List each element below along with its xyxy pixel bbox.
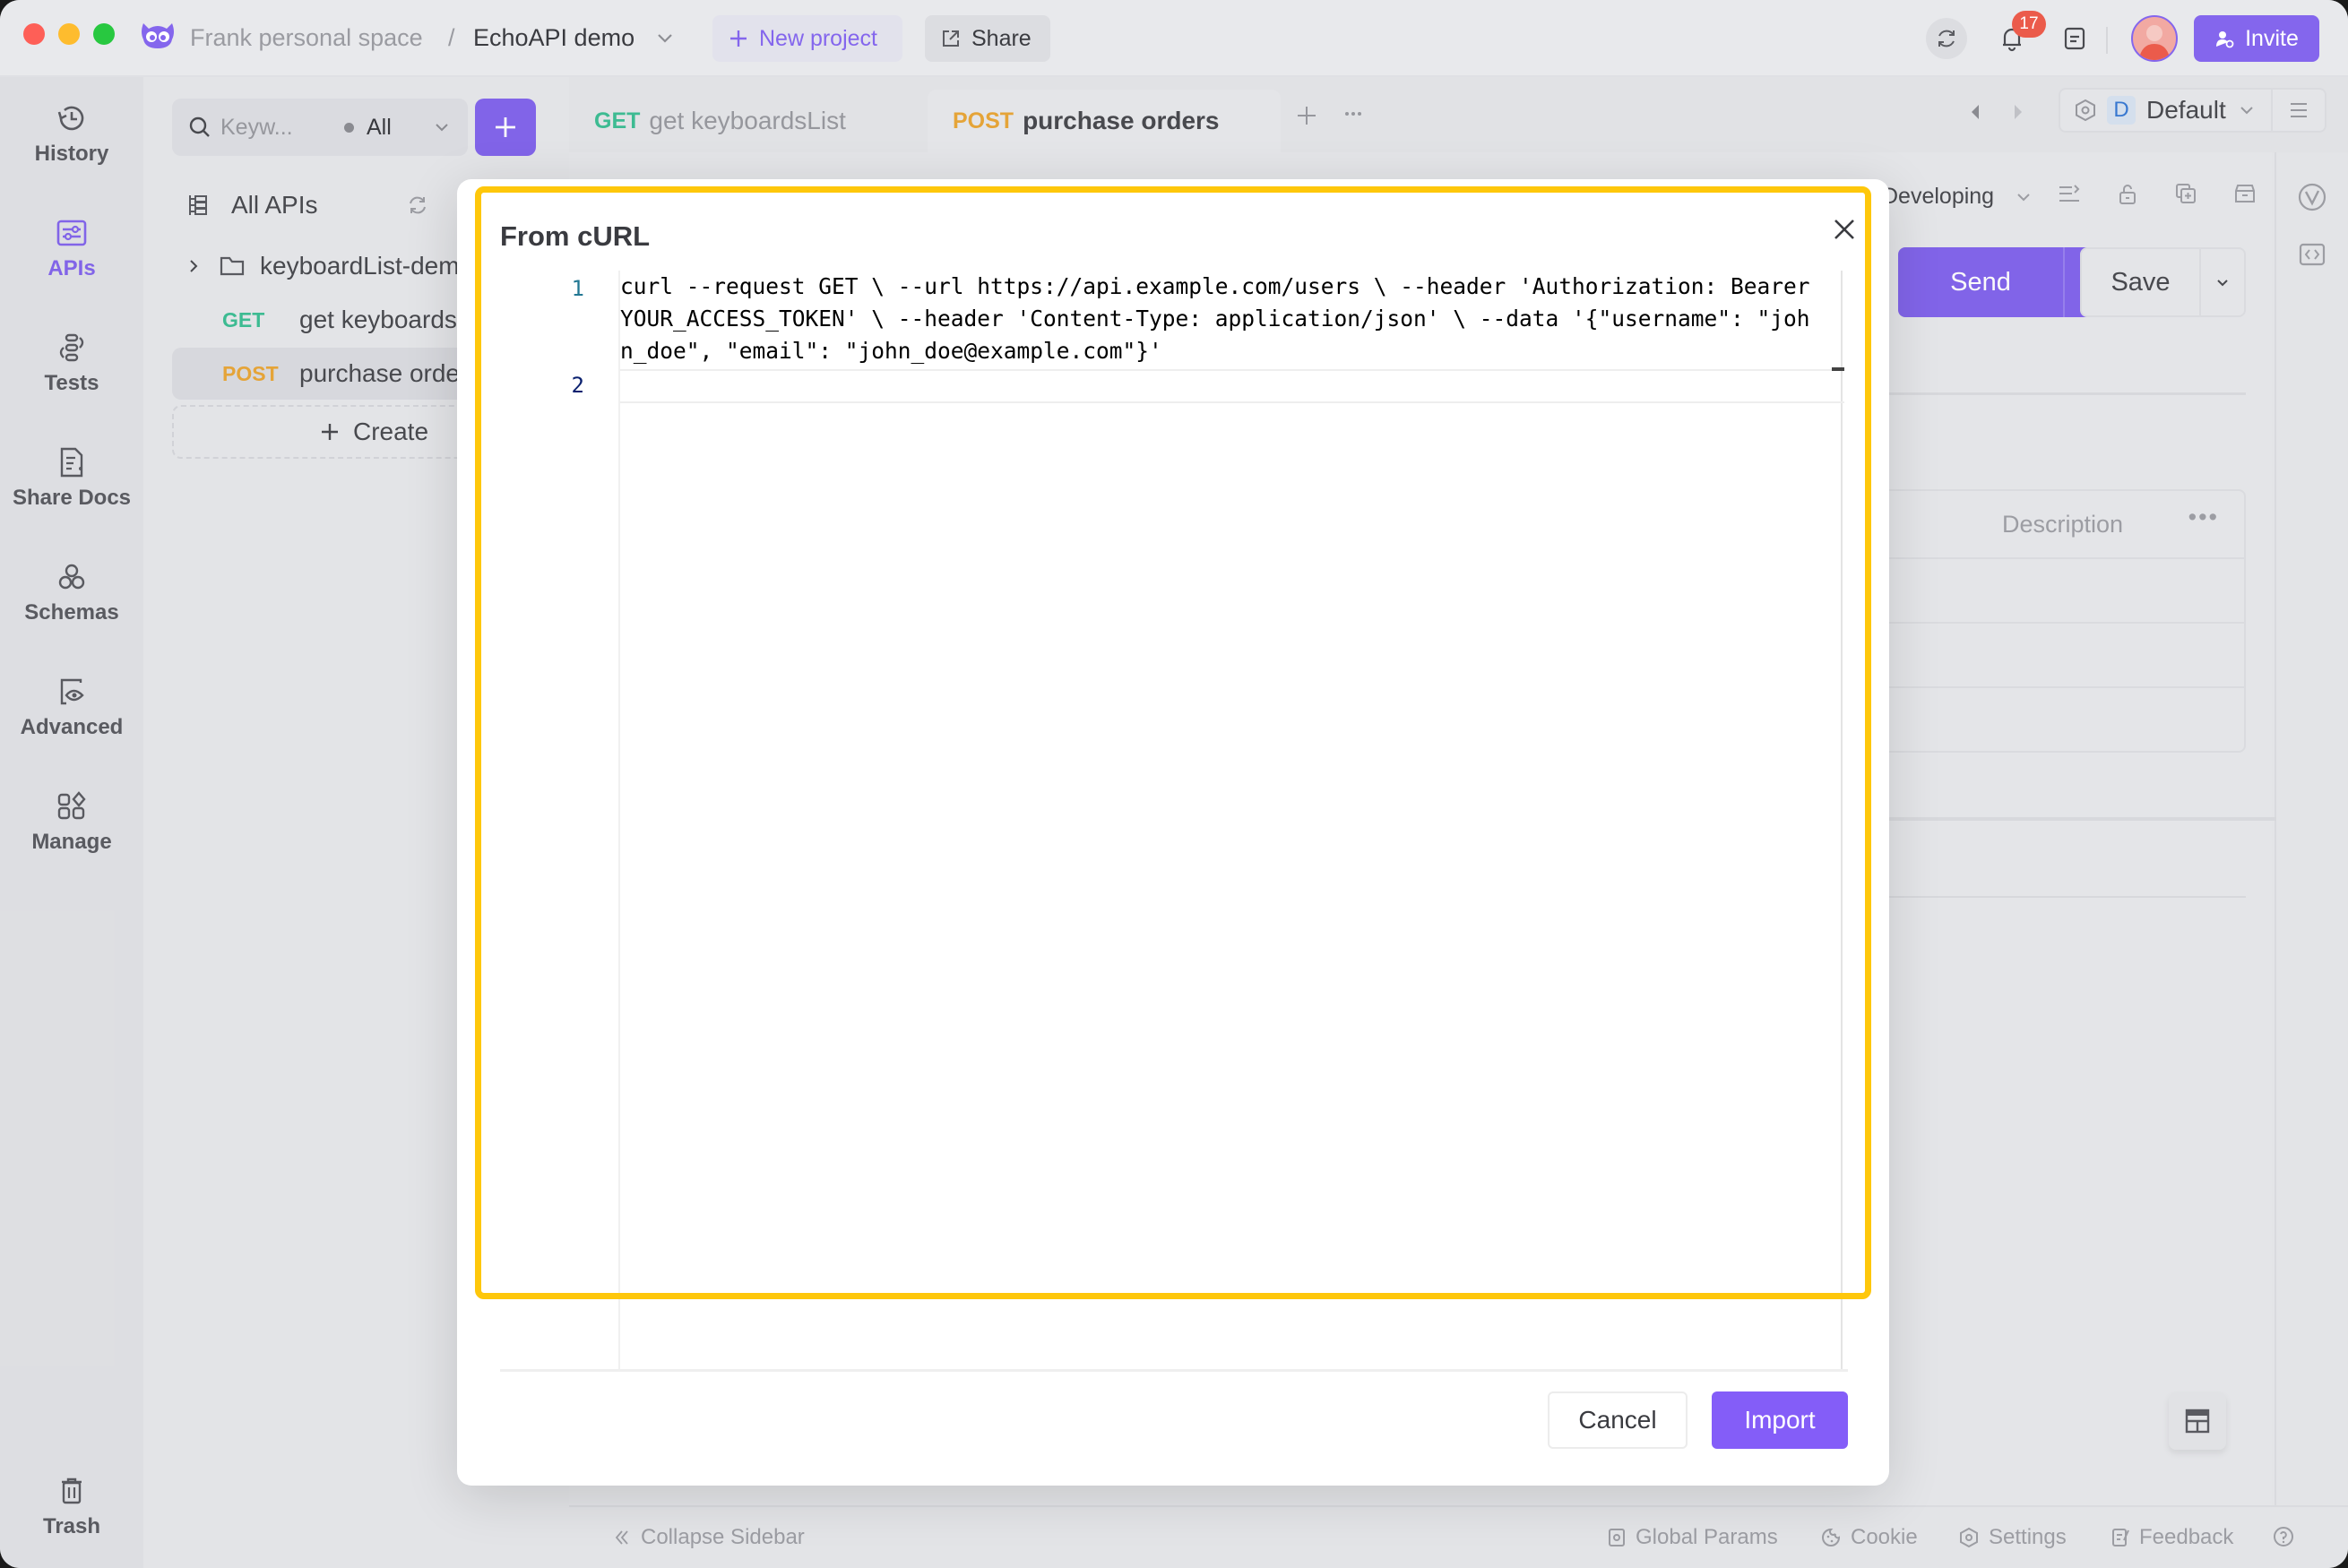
notes-button[interactable] xyxy=(2054,18,2095,59)
code-textarea[interactable]: curl --request GET \ --url https://api.e… xyxy=(618,271,1844,1371)
dialog-title: From cURL xyxy=(500,220,651,252)
title-bar: Frank personal space / EchoAPI demo New … xyxy=(0,0,2348,77)
dialog-footer-divider xyxy=(500,1369,1848,1372)
breadcrumb-separator: / xyxy=(448,24,455,51)
maximize-window-button[interactable] xyxy=(93,23,115,45)
invite-button[interactable]: Invite xyxy=(2194,15,2319,62)
sync-icon xyxy=(1935,27,1958,50)
from-curl-dialog: From cURL 1 2 curl --request GET \ --url… xyxy=(457,179,1889,1486)
close-icon[interactable] xyxy=(1828,213,1860,246)
owl-logo-icon xyxy=(138,20,177,50)
plus-icon xyxy=(729,29,748,48)
chevron-down-icon[interactable] xyxy=(652,25,678,50)
notification-badge: 17 xyxy=(2012,11,2046,38)
curl-code-editor[interactable]: 1 2 curl --request GET \ --url https://a… xyxy=(498,271,1846,1371)
add-user-icon xyxy=(2214,29,2234,48)
new-project-button[interactable]: New project xyxy=(712,15,902,62)
sync-button[interactable] xyxy=(1926,18,1967,59)
share-button[interactable]: Share xyxy=(925,15,1050,62)
line-number: 1 xyxy=(571,276,584,301)
share-label: Share xyxy=(971,25,1032,51)
document-icon xyxy=(2063,26,2086,51)
invite-label: Invite xyxy=(2245,25,2299,51)
minimize-window-button[interactable] xyxy=(58,23,80,45)
workspace-breadcrumb[interactable]: Frank personal space xyxy=(190,22,423,54)
line-number: 2 xyxy=(571,373,584,398)
app-window: Frank personal space / EchoAPI demo New … xyxy=(0,0,2348,1568)
project-breadcrumb[interactable]: EchoAPI demo xyxy=(473,22,634,54)
current-line-highlight xyxy=(620,369,1844,403)
close-window-button[interactable] xyxy=(23,23,45,45)
new-project-label: New project xyxy=(759,25,877,51)
user-avatar[interactable] xyxy=(2131,15,2178,62)
toolbar-divider xyxy=(2106,27,2108,54)
scrollbar-marker xyxy=(1832,367,1844,371)
line-number-gutter: 1 2 xyxy=(498,271,600,1371)
share-icon xyxy=(941,29,961,48)
code-line-1[interactable]: curl --request GET \ --url https://api.e… xyxy=(620,271,1812,367)
import-button[interactable]: Import xyxy=(1712,1391,1848,1449)
cancel-button[interactable]: Cancel xyxy=(1548,1391,1688,1449)
